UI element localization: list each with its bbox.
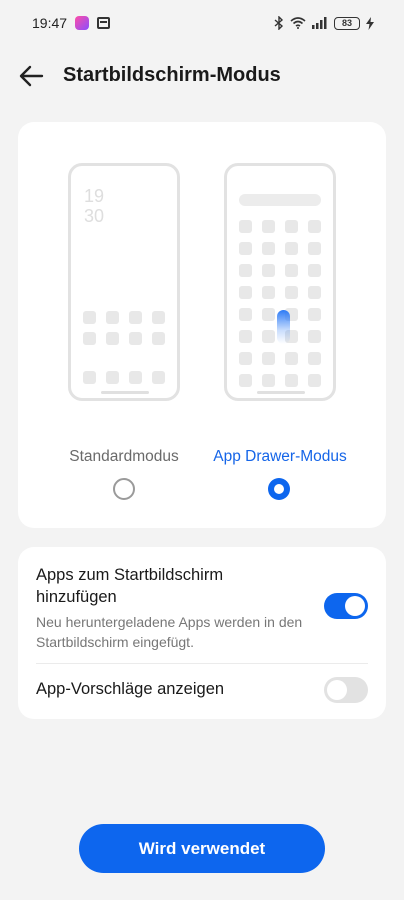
suggestions-toggle[interactable] [324,677,368,703]
divider [36,663,368,664]
preview-app-grid [83,311,165,345]
bluetooth-icon [274,16,284,30]
status-bar: 19:47 83 [0,0,404,46]
settings-card: Apps zum Startbildschirm hinzufügen Neu … [18,547,386,719]
drawer-mode-preview[interactable] [224,163,336,401]
charging-icon [366,16,374,30]
standard-mode-preview[interactable]: 19 30 [68,163,180,401]
preview-home-bar [101,391,149,394]
battery-icon: 83 [334,16,360,30]
drawer-mode-label[interactable]: App Drawer-Modus [200,448,360,466]
standard-mode-label[interactable]: Standardmodus [44,448,204,466]
preview-search-bar [239,194,321,206]
apply-mode-button[interactable]: Wird verwendet [79,824,325,873]
mode-selection-card: 19 30 Standardmodus App Drawer-Modus [18,122,386,528]
add-apps-toggle[interactable] [324,593,368,619]
swipe-gesture-indicator [277,310,290,344]
drawer-mode-radio[interactable] [268,478,290,500]
preview-home-bar [257,391,305,394]
preview-drawer-grid [239,220,321,387]
add-apps-title: Apps zum Startbildschirm hinzufügen [36,566,224,606]
preview-clock: 19 30 [84,186,105,226]
wifi-icon [290,17,306,29]
status-time: 19:47 [32,15,68,31]
app-notification-icon [75,16,90,30]
back-arrow-icon[interactable] [18,62,46,90]
standard-mode-radio[interactable] [113,478,135,500]
calendar-notification-icon [97,17,111,29]
suggestions-title: App-Vorschläge anzeigen [36,680,225,698]
page-title: Startbildschirm-Modus [63,64,281,86]
page-header: Startbildschirm-Modus [0,50,404,102]
signal-icon [312,17,327,29]
add-apps-description: Neu heruntergeladene Apps werden in den … [36,614,303,650]
preview-dock [83,371,165,384]
